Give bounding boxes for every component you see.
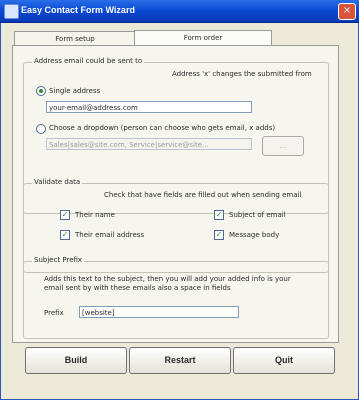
address-legend: Address email could be sent to xyxy=(32,57,145,65)
prefix-label: Prefix xyxy=(44,309,64,317)
single-address-label: Single address xyxy=(49,87,101,95)
build-button[interactable]: Build xyxy=(25,347,127,374)
tab-panel: Address email could be sent to Address '… xyxy=(12,45,339,343)
check-their-email[interactable]: ✓ xyxy=(60,230,70,240)
check-message-body[interactable]: ✓ xyxy=(214,230,224,240)
validate-hint: Check that have fields are filled out wh… xyxy=(104,191,302,199)
check-their-name[interactable]: ✓ xyxy=(60,210,70,220)
dropdown-edit-button[interactable]: ... xyxy=(262,136,304,156)
validate-legend: Validate data xyxy=(32,178,83,186)
dropdown-address-label: Choose a dropdown (person can choose who… xyxy=(49,124,276,132)
single-address-field[interactable]: your-email@address.com xyxy=(46,101,252,113)
window-title: Easy Contact Form Wizard xyxy=(21,5,135,15)
check-their-name-label: Their name xyxy=(75,211,115,219)
close-button[interactable]: × xyxy=(338,3,356,20)
restart-button-label: Restart xyxy=(164,355,196,365)
subject-group: Subject Prefix Adds this text to the sub… xyxy=(23,256,329,339)
tab-form-order[interactable]: Form order xyxy=(134,30,272,46)
title-bar: Easy Contact Form Wizard × xyxy=(0,0,359,23)
tab-form-setup[interactable]: Form setup xyxy=(14,31,136,46)
address-right-hint: Address 'x' changes the submitted from xyxy=(172,70,312,78)
restart-button[interactable]: Restart xyxy=(129,347,231,374)
dropdown-edit-label: ... xyxy=(279,142,287,150)
close-icon: × xyxy=(342,5,352,16)
prefix-input[interactable]: [website] xyxy=(79,306,239,318)
subject-hint-line1: Adds this text to the subject, then you … xyxy=(44,275,291,283)
build-button-label: Build xyxy=(64,355,88,365)
quit-button[interactable]: Quit xyxy=(233,347,335,374)
check-message-body-label: Message body xyxy=(229,231,280,239)
dropdown-address-field[interactable]: Sales|sales@site.com, Service|service@si… xyxy=(46,138,252,150)
tab-label: Form order xyxy=(183,34,223,42)
tab-label: Form setup xyxy=(55,35,95,43)
check-their-email-label: Their email address xyxy=(75,231,145,239)
dropdown-address-radio[interactable] xyxy=(36,124,46,134)
quit-button-label: Quit xyxy=(275,355,293,365)
app-icon xyxy=(4,4,19,19)
check-subject-label: Subject of email xyxy=(229,211,286,219)
single-address-radio[interactable] xyxy=(36,86,46,96)
subject-hint-line2: email sent by with these emails also a s… xyxy=(44,284,231,292)
subject-legend: Subject Prefix xyxy=(32,256,85,264)
check-subject[interactable]: ✓ xyxy=(214,210,224,220)
